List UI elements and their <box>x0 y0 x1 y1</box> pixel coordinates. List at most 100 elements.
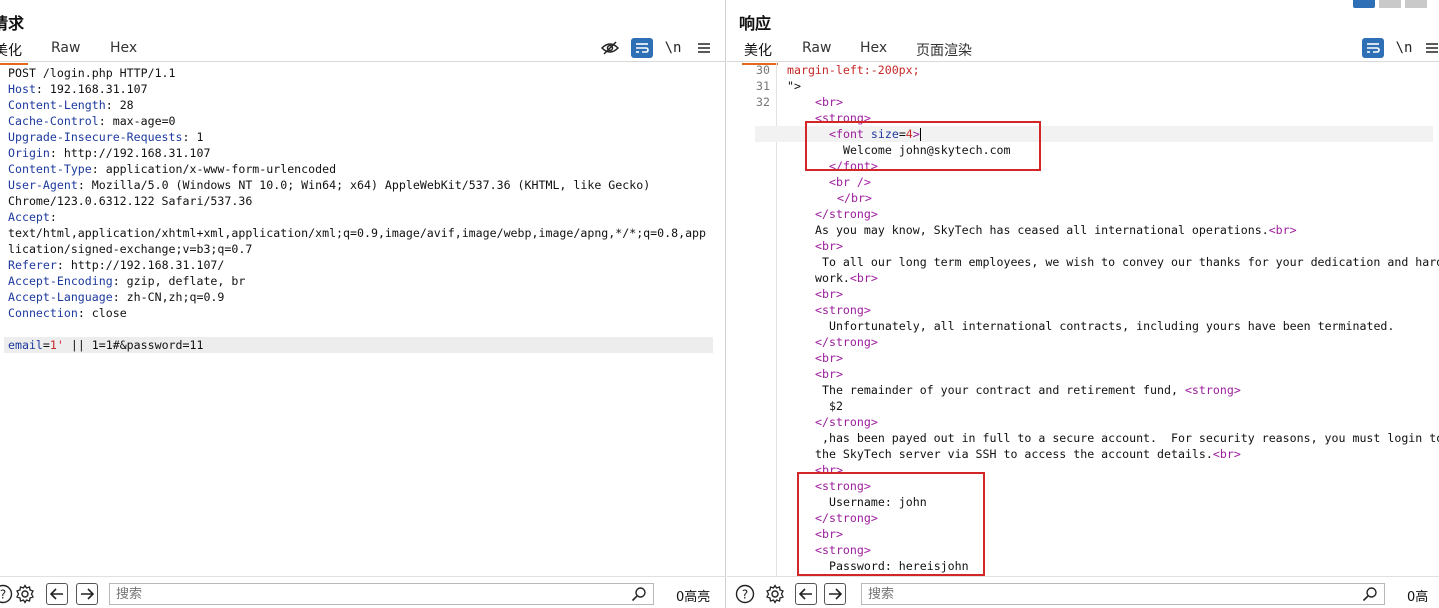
request-line: text/html,application/xhtml+xml,applicat… <box>8 225 713 241</box>
response-line: ,has been payed out in full to a secure … <box>815 430 1439 446</box>
request-line: Upgrade-Insecure-Requests: 1 <box>8 129 713 145</box>
response-tabs: 美化 Raw Hex 页面渲染 \n <box>727 38 1439 65</box>
line-number: 31 <box>756 79 770 93</box>
header-value: : http://192.168.31.107 <box>49 146 211 160</box>
html-text: $2 <box>829 399 843 413</box>
tab-raw[interactable]: Raw <box>802 40 831 56</box>
request-line: Connection: close <box>8 305 713 321</box>
request-line: Host: 192.168.31.107 <box>8 81 713 97</box>
newline-toggle-icon[interactable]: \n <box>1393 38 1415 58</box>
html-tag: </strong> <box>815 207 878 221</box>
layout-split-icon[interactable] <box>1353 0 1375 8</box>
response-search-input[interactable] <box>862 584 1384 604</box>
header-value: : 28 <box>105 98 134 112</box>
request-body-line[interactable]: email=1' || 1=1#&password=11 <box>4 337 713 353</box>
request-line <box>8 321 713 337</box>
html-tag: <br> <box>815 367 843 381</box>
hide-eye-icon[interactable] <box>599 38 621 58</box>
response-bottom-bar: ? 0高亮 <box>727 576 1439 608</box>
highlight-box-welcome <box>805 121 1041 171</box>
request-pane: 请求 美化 Raw Hex \n POST /login.php HTTP/1.… <box>0 0 726 608</box>
next-arrow-icon[interactable] <box>824 583 846 605</box>
header-value: : <box>49 210 57 224</box>
response-line: </strong> <box>815 414 1433 430</box>
request-tabs: 美化 Raw Hex \n <box>0 38 725 65</box>
html-text: "> <box>787 79 801 93</box>
response-line: <br> <box>815 350 1433 366</box>
body-param-value: 1' <box>49 338 64 352</box>
next-arrow-icon[interactable] <box>76 583 98 605</box>
html-text: ,has been payed out in full to a secure … <box>815 431 1439 445</box>
request-line: Referer: http://192.168.31.107/ <box>8 257 713 273</box>
header-value: : Mozilla/5.0 (Windows NT 10.0; Win64; x… <box>77 178 651 192</box>
header-value: : gzip, deflate, br <box>112 274 246 288</box>
tab-pretty[interactable]: 美化 <box>742 40 778 65</box>
response-line: <br> <box>815 366 1433 382</box>
html-tag: <strong> <box>815 303 871 317</box>
header-value: : 192.168.31.107 <box>35 82 148 96</box>
request-line: Accept: <box>8 209 713 225</box>
svg-text:?: ? <box>742 588 748 602</box>
header-value: : close <box>77 306 127 320</box>
menu-icon[interactable] <box>693 38 715 58</box>
tab-render[interactable]: 页面渲染 <box>916 40 972 60</box>
previous-arrow-icon[interactable] <box>795 583 817 605</box>
response-search-field[interactable] <box>861 583 1385 605</box>
response-line: </br> <box>837 190 1433 206</box>
menu-icon[interactable] <box>1421 38 1439 58</box>
html-tag: </br> <box>837 191 872 205</box>
html-text: The remainder of your contract and retir… <box>815 383 1185 397</box>
request-line: Accept-Encoding: gzip, deflate, br <box>8 273 713 289</box>
layout-horizontal-icon[interactable] <box>1379 0 1401 8</box>
request-line: Cache-Control: max-age=0 <box>8 113 713 129</box>
svg-text:?: ? <box>0 588 6 602</box>
request-line: Content-Length: 28 <box>8 97 713 113</box>
tab-raw[interactable]: Raw <box>51 40 80 56</box>
header-name: Referer <box>8 258 57 272</box>
html-text: To all our long term employees, we wish … <box>815 255 1439 269</box>
html-text: margin-left:-200px; <box>787 63 920 77</box>
request-title: 请求 <box>0 14 25 33</box>
request-editor[interactable]: POST /login.php HTTP/1.1 Host: 192.168.31… <box>0 63 725 576</box>
request-line: Accept-Language: zh-CN,zh;q=0.9 <box>8 289 713 305</box>
header-name: Content-Length <box>8 98 106 112</box>
tab-hex[interactable]: Hex <box>860 40 887 56</box>
word-wrap-icon[interactable] <box>631 38 653 58</box>
request-line: Content-Type: application/x-www-form-url… <box>8 161 713 177</box>
tab-pretty[interactable]: 美化 <box>0 40 28 65</box>
request-bottom-bar: ? 0高亮 <box>0 576 725 608</box>
html-tag: <br /> <box>829 175 871 189</box>
html-tag: <br> <box>849 271 878 285</box>
help-icon[interactable]: ? <box>734 583 756 605</box>
request-line: Chrome/123.0.6312.122 Safari/537.36 <box>8 193 713 209</box>
layout-single-icon[interactable] <box>1405 0 1427 8</box>
word-wrap-icon[interactable] <box>1362 38 1384 58</box>
response-line: "> <box>787 78 1433 94</box>
request-line: lication/signed-exchange;v=b3;q=0.7 <box>8 241 713 257</box>
body-rest: || 1=1#&password=11 <box>63 338 204 352</box>
html-tag: <br> <box>815 351 843 365</box>
header-value: Chrome/123.0.6312.122 Safari/537.36 <box>8 194 253 208</box>
header-name: User-Agent <box>8 178 78 192</box>
settings-gear-icon[interactable] <box>764 583 786 605</box>
header-name: Upgrade-Insecure-Requests <box>8 130 183 144</box>
settings-gear-icon[interactable] <box>14 583 36 605</box>
header-name: Accept-Language <box>8 290 113 304</box>
response-pane: 响应 美化 Raw Hex 页面渲染 \n 30 31 32 margin-left… <box>727 0 1439 608</box>
html-tag: </strong> <box>815 415 878 429</box>
response-line: <br> <box>815 94 1433 110</box>
html-tag: <br> <box>815 95 843 109</box>
help-icon[interactable]: ? <box>0 583 14 605</box>
previous-arrow-icon[interactable] <box>46 583 68 605</box>
newline-toggle-icon[interactable]: \n <box>662 38 684 58</box>
response-line: </strong> <box>815 206 1433 222</box>
header-name: Accept-Encoding <box>8 274 113 288</box>
request-search-input[interactable] <box>110 584 653 604</box>
request-line: User-Agent: Mozilla/5.0 (Windows NT 10.0… <box>8 177 713 193</box>
response-line: As you may know, SkyTech has ceased all … <box>815 222 1433 238</box>
request-search-field[interactable] <box>109 583 654 605</box>
header-value: text/html,application/xhtml+xml,applicat… <box>8 226 707 240</box>
request-hit-count: 0高亮 <box>676 590 711 605</box>
body-equals: = <box>42 338 50 352</box>
tab-hex[interactable]: Hex <box>110 40 137 56</box>
